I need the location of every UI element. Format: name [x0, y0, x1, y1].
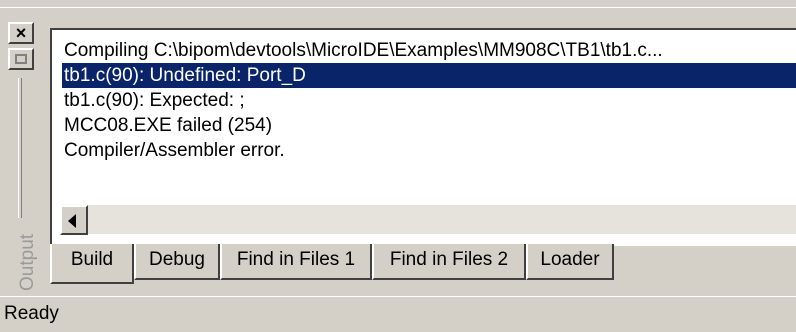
- output-pane[interactable]: Compiling C:\bipom\devtools\MicroIDE\Exa…: [50, 28, 796, 246]
- status-text: Ready: [4, 303, 59, 324]
- output-list[interactable]: Compiling C:\bipom\devtools\MicroIDE\Exa…: [62, 38, 796, 163]
- output-line-0[interactable]: Compiling C:\bipom\devtools\MicroIDE\Exa…: [62, 38, 796, 63]
- panel-title: Output: [17, 233, 38, 291]
- tab-debug[interactable]: Debug: [134, 244, 220, 280]
- restore-icon: [15, 54, 27, 64]
- tab-loader[interactable]: Loader: [526, 244, 614, 280]
- status-bar: Ready: [0, 296, 796, 332]
- output-line-3[interactable]: MCC08.EXE failed (254): [62, 113, 796, 138]
- gripper-handle[interactable]: [18, 78, 22, 218]
- close-button[interactable]: ×: [8, 22, 34, 44]
- output-line-1[interactable]: tb1.c(90): Undefined: Port_D: [62, 63, 796, 88]
- panel-top-edge: [0, 0, 796, 8]
- horizontal-scrollbar[interactable]: [60, 204, 796, 235]
- output-line-4[interactable]: Compiler/Assembler error.: [62, 138, 796, 163]
- restore-button[interactable]: [8, 48, 34, 70]
- output-line-2[interactable]: tb1.c(90): Expected: ;: [62, 88, 796, 113]
- output-tabs: Build Debug Find in Files 1 Find in File…: [50, 244, 796, 284]
- close-icon: ×: [15, 23, 27, 43]
- tab-build[interactable]: Build: [50, 244, 134, 284]
- tab-find-in-files-2[interactable]: Find in Files 2: [372, 244, 526, 280]
- scroll-left-button[interactable]: [60, 205, 88, 235]
- output-dock-gripper[interactable]: × Output: [4, 18, 46, 296]
- tab-find-in-files-1[interactable]: Find in Files 1: [220, 244, 372, 280]
